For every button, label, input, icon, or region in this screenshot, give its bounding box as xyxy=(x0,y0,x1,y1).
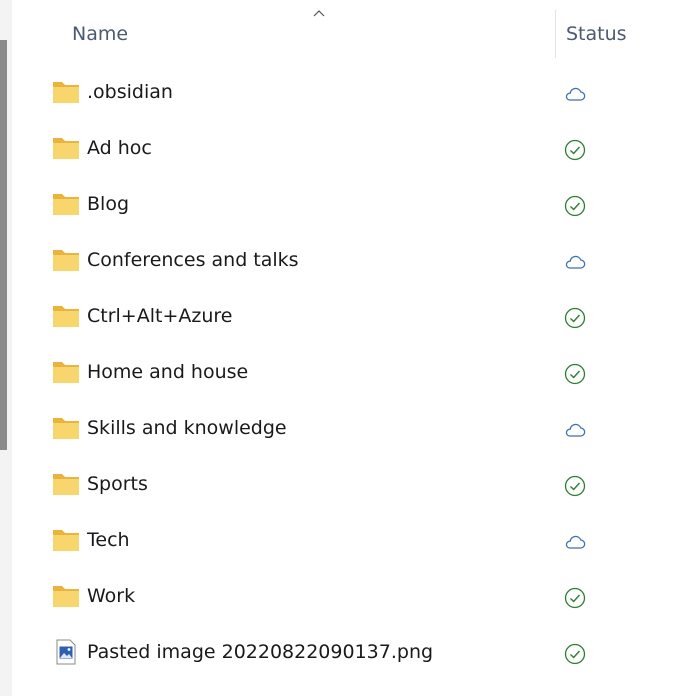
check-circle-icon xyxy=(563,306,587,330)
check-circle-icon xyxy=(563,474,587,498)
item-name: Conferences and talks xyxy=(87,249,299,271)
list-item[interactable]: Tech xyxy=(12,514,686,570)
folder-icon xyxy=(52,527,80,553)
folder-icon xyxy=(52,471,80,497)
image-file-icon xyxy=(52,639,80,665)
list-item[interactable]: Ctrl+Alt+Azure xyxy=(12,290,686,346)
column-divider[interactable] xyxy=(555,10,556,58)
file-list: .obsidian Ad hoc Blog Conferences and talks… xyxy=(12,66,686,682)
folder-icon xyxy=(52,247,80,273)
list-item[interactable]: Work xyxy=(12,570,686,626)
folder-icon xyxy=(52,359,80,385)
list-item[interactable]: Home and house xyxy=(12,346,686,402)
cloud-icon xyxy=(563,418,587,442)
column-header-name[interactable]: Name xyxy=(72,23,128,45)
scrollbar-thumb[interactable] xyxy=(0,40,7,450)
item-name: Home and house xyxy=(87,361,249,383)
folder-icon xyxy=(52,191,80,217)
list-item[interactable]: Skills and knowledge xyxy=(12,402,686,458)
cloud-icon xyxy=(563,82,587,106)
folder-icon xyxy=(52,79,80,105)
item-name: .obsidian xyxy=(87,81,173,103)
column-header-bar: Name Status xyxy=(12,0,686,60)
list-item[interactable]: Ad hoc xyxy=(12,122,686,178)
item-name: Pasted image 20220822090137.png xyxy=(87,641,434,663)
check-circle-icon xyxy=(563,642,587,666)
list-item[interactable]: .obsidian xyxy=(12,66,686,122)
folder-icon xyxy=(52,303,80,329)
list-item[interactable]: Conferences and talks xyxy=(12,234,686,290)
item-name: Blog xyxy=(87,193,129,215)
check-circle-icon xyxy=(563,362,587,386)
item-name: Skills and knowledge xyxy=(87,417,287,439)
check-circle-icon xyxy=(563,194,587,218)
item-name: Tech xyxy=(87,529,130,551)
item-name: Work xyxy=(87,585,136,607)
item-name: Ctrl+Alt+Azure xyxy=(87,305,233,327)
list-item[interactable]: Sports xyxy=(12,458,686,514)
item-name: Ad hoc xyxy=(87,137,152,159)
column-header-status[interactable]: Status xyxy=(566,23,627,45)
check-circle-icon xyxy=(563,586,587,610)
folder-icon xyxy=(52,583,80,609)
file-explorer-window: Name Status .obsidian Ad hoc Blog Conferenc… xyxy=(0,0,686,696)
chevron-up-icon[interactable] xyxy=(313,8,325,18)
check-circle-icon xyxy=(563,138,587,162)
item-name: Sports xyxy=(87,473,148,495)
folder-icon xyxy=(52,135,80,161)
cloud-icon xyxy=(563,250,587,274)
list-item[interactable]: Blog xyxy=(12,178,686,234)
navigation-pane-edge xyxy=(0,0,12,696)
folder-icon xyxy=(52,415,80,441)
cloud-icon xyxy=(563,530,587,554)
list-item[interactable]: Pasted image 20220822090137.png xyxy=(12,626,686,682)
